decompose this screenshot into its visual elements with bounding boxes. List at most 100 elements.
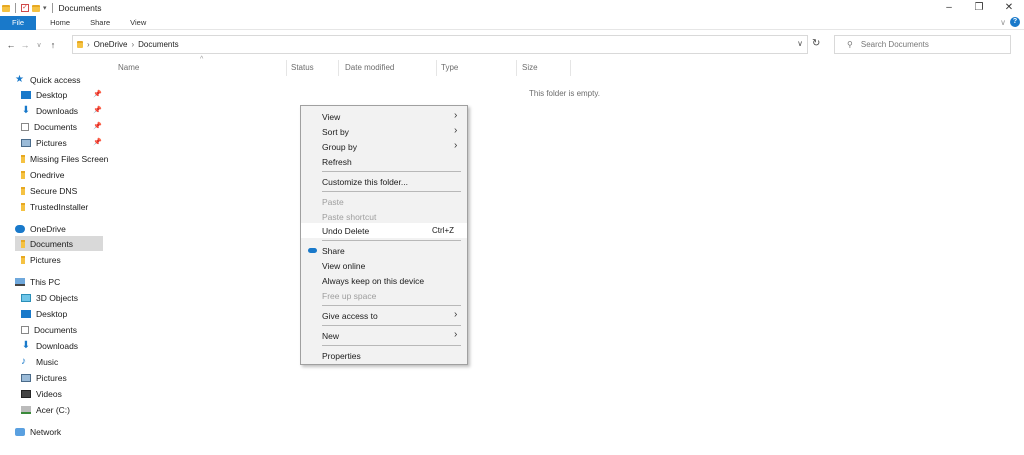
column-header-size[interactable]: Size: [522, 63, 538, 77]
column-divider[interactable]: [338, 60, 339, 76]
menu-item-refresh[interactable]: Refresh: [301, 154, 467, 169]
pictures-icon: [21, 138, 31, 147]
nav-item-pc-pictures[interactable]: Pictures: [21, 370, 125, 385]
refresh-icon[interactable]: ↻: [812, 38, 820, 49]
menu-item-share[interactable]: Share: [301, 243, 467, 258]
menu-item-properties[interactable]: Properties: [301, 348, 467, 363]
pin-icon[interactable]: 📌: [93, 106, 102, 114]
column-header-name[interactable]: Name: [118, 63, 139, 77]
folder-icon: [77, 41, 83, 48]
breadcrumb-onedrive[interactable]: OneDrive: [94, 40, 128, 49]
menu-item-undo-delete[interactable]: Undo Delete Ctrl+Z: [301, 223, 467, 238]
menu-item-group-by[interactable]: Group by ›: [301, 139, 467, 154]
menu-item-view[interactable]: View ›: [301, 109, 467, 124]
tab-home[interactable]: Home: [40, 16, 80, 30]
column-divider[interactable]: [286, 60, 287, 76]
pictures-icon: [21, 373, 31, 382]
pin-icon[interactable]: 📌: [93, 90, 102, 98]
nav-item-onedrive-folder[interactable]: Onedrive: [21, 167, 125, 182]
menu-item-customize-folder[interactable]: Customize this folder...: [301, 174, 467, 189]
undo-shortcut-label: Ctrl+Z: [432, 226, 454, 235]
nav-item-pc-downloads[interactable]: ⬇ Downloads: [21, 338, 125, 353]
nav-this-pc[interactable]: This PC: [15, 274, 119, 289]
title-bar: ✓ ▾ Documents – ❐ ✕: [0, 0, 1024, 16]
column-header-status[interactable]: Status: [291, 63, 314, 77]
menu-item-give-access[interactable]: Give access to ›: [301, 308, 467, 323]
column-header-type[interactable]: Type: [441, 63, 458, 77]
new-folder-icon[interactable]: [32, 4, 40, 12]
empty-folder-message: This folder is empty.: [529, 89, 600, 98]
tab-view[interactable]: View: [120, 16, 156, 30]
video-icon: [21, 389, 31, 398]
nav-item-3d-objects[interactable]: 3D Objects: [21, 290, 125, 305]
ribbon-tabs: File Home Share View ∨ ?: [0, 15, 1024, 30]
download-icon: ⬇: [21, 104, 31, 116]
column-divider[interactable]: [436, 60, 437, 76]
tab-file[interactable]: File: [0, 15, 37, 30]
menu-item-new[interactable]: New ›: [301, 328, 467, 343]
help-icon[interactable]: ?: [1010, 17, 1020, 27]
nav-item-onedrive-pictures[interactable]: Pictures: [21, 252, 125, 267]
menu-item-paste-shortcut: Paste shortcut: [322, 212, 377, 222]
address-bar[interactable]: › OneDrive › Documents ∨: [72, 35, 808, 54]
breadcrumb-separator[interactable]: ›: [87, 40, 90, 49]
chevron-right-icon: ›: [454, 110, 458, 121]
pin-icon[interactable]: 📌: [93, 122, 102, 130]
column-header-date-modified[interactable]: Date modified: [345, 63, 394, 77]
menu-separator: [322, 325, 461, 326]
nav-item-secure-dns[interactable]: Secure DNS: [21, 183, 125, 198]
column-divider[interactable]: [570, 60, 571, 76]
back-button[interactable]: ←: [4, 40, 18, 50]
nav-item-pc-desktop[interactable]: Desktop: [21, 306, 125, 321]
nav-quick-access[interactable]: ★ Quick access: [15, 72, 119, 87]
folder-icon: [21, 154, 25, 163]
network-icon: [15, 427, 25, 436]
divider: [15, 3, 16, 13]
menu-item-paste: Paste: [322, 197, 344, 207]
nav-item-videos[interactable]: Videos: [21, 386, 125, 401]
nav-item-trustedinstaller[interactable]: TrustedInstaller: [21, 199, 125, 214]
minimize-button[interactable]: –: [934, 0, 964, 16]
close-button[interactable]: ✕: [994, 0, 1024, 16]
column-divider[interactable]: [516, 60, 517, 76]
navigation-bar: ← → ∨ ↑ › OneDrive › Documents ∨ ↻ ⚲ Sea…: [0, 34, 1024, 56]
nav-item-acer-drive[interactable]: Acer (C:): [21, 402, 125, 417]
nav-item-desktop[interactable]: Desktop: [21, 87, 125, 102]
nav-item-music[interactable]: ♪ Music: [21, 354, 125, 369]
nav-item-downloads[interactable]: ⬇ Downloads: [21, 103, 125, 118]
breadcrumb-documents[interactable]: Documents: [138, 40, 178, 49]
menu-item-always-keep[interactable]: Always keep on this device: [301, 273, 467, 288]
up-button[interactable]: ↑: [46, 40, 60, 50]
nav-item-documents[interactable]: Documents: [21, 119, 125, 134]
tab-share[interactable]: Share: [80, 16, 120, 30]
menu-separator: [322, 191, 461, 192]
chevron-right-icon: ›: [454, 309, 458, 320]
sort-ascending-icon: ^: [200, 56, 204, 63]
maximize-button[interactable]: ❐: [964, 0, 994, 16]
nav-item-pictures[interactable]: Pictures: [21, 135, 125, 150]
pin-icon[interactable]: 📌: [93, 138, 102, 146]
expand-ribbon-icon[interactable]: ∨: [1000, 18, 1006, 27]
menu-item-view-online[interactable]: View online: [301, 258, 467, 273]
recent-locations-icon[interactable]: ∨: [32, 41, 46, 49]
nav-onedrive[interactable]: OneDrive: [15, 221, 119, 236]
desktop-icon: [21, 90, 31, 99]
chevron-right-icon: ›: [454, 140, 458, 151]
quick-access-dropdown-icon[interactable]: ▾: [43, 4, 47, 12]
properties-check-icon[interactable]: ✓: [21, 4, 29, 12]
menu-separator: [322, 305, 461, 306]
menu-separator: [322, 240, 461, 241]
divider: [51, 3, 53, 13]
breadcrumb-separator[interactable]: ›: [131, 40, 134, 49]
menu-item-sort-by[interactable]: Sort by ›: [301, 124, 467, 139]
nav-item-missing-files-screen[interactable]: Missing Files Screen: [21, 151, 110, 166]
search-input[interactable]: ⚲ Search Documents: [834, 35, 1011, 54]
forward-button[interactable]: →: [18, 40, 32, 50]
nav-item-pc-documents[interactable]: Documents: [21, 322, 125, 337]
computer-icon: [15, 277, 25, 286]
navigation-pane: ★ Quick access Desktop 📌 ⬇ Downloads 📌 Doc…: [0, 68, 110, 455]
nav-network[interactable]: Network: [15, 424, 119, 439]
folder-icon: [21, 255, 25, 264]
nav-item-onedrive-documents[interactable]: Documents: [15, 236, 103, 251]
address-dropdown-icon[interactable]: ∨: [797, 39, 803, 48]
